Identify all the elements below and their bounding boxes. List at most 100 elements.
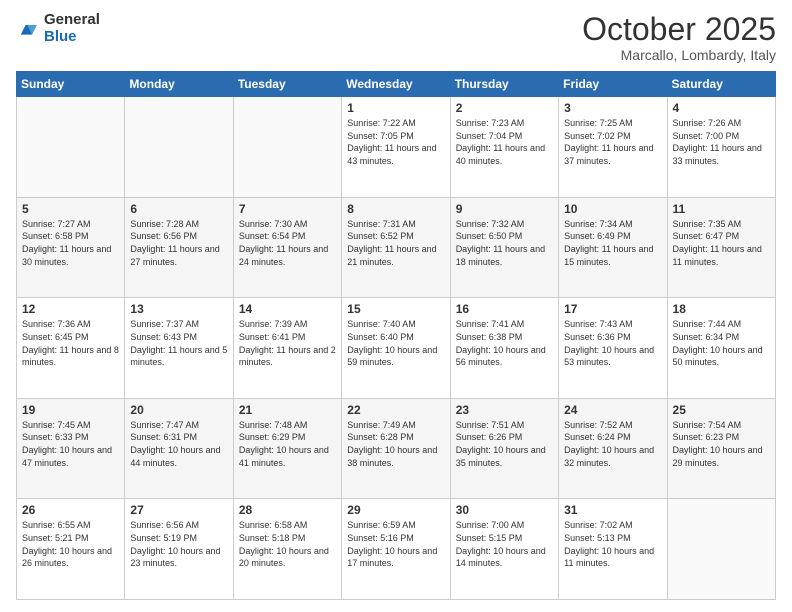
col-tuesday: Tuesday bbox=[233, 72, 341, 97]
calendar-cell: 29 Sunrise: 6:59 AM Sunset: 5:16 PM Dayli… bbox=[342, 499, 450, 600]
title-block: October 2025 Marcallo, Lombardy, Italy bbox=[582, 12, 776, 63]
calendar-cell: 11 Sunrise: 7:35 AM Sunset: 6:47 PM Dayli… bbox=[667, 197, 775, 298]
logo-text-general: General bbox=[44, 12, 100, 29]
calendar-cell: 20 Sunrise: 7:47 AM Sunset: 6:31 PM Dayli… bbox=[125, 398, 233, 499]
day-number: 8 bbox=[347, 202, 444, 216]
day-number: 30 bbox=[456, 503, 553, 517]
calendar-cell: 30 Sunrise: 7:00 AM Sunset: 5:15 PM Dayli… bbox=[450, 499, 558, 600]
calendar-cell bbox=[125, 97, 233, 198]
day-number: 7 bbox=[239, 202, 336, 216]
calendar-week-row: 26 Sunrise: 6:55 AM Sunset: 5:21 PM Dayli… bbox=[17, 499, 776, 600]
calendar-week-row: 1 Sunrise: 7:22 AM Sunset: 7:05 PM Daylig… bbox=[17, 97, 776, 198]
col-saturday: Saturday bbox=[667, 72, 775, 97]
day-info: Sunrise: 7:32 AM Sunset: 6:50 PM Dayligh… bbox=[456, 218, 553, 268]
day-number: 2 bbox=[456, 101, 553, 115]
col-thursday: Thursday bbox=[450, 72, 558, 97]
day-info: Sunrise: 6:58 AM Sunset: 5:18 PM Dayligh… bbox=[239, 519, 336, 569]
col-wednesday: Wednesday bbox=[342, 72, 450, 97]
day-number: 20 bbox=[130, 403, 227, 417]
day-info: Sunrise: 7:37 AM Sunset: 6:43 PM Dayligh… bbox=[130, 318, 227, 368]
day-info: Sunrise: 7:02 AM Sunset: 5:13 PM Dayligh… bbox=[564, 519, 661, 569]
day-number: 10 bbox=[564, 202, 661, 216]
calendar-cell: 8Sunrise: 7:31 AM Sunset: 6:52 PM Daylig… bbox=[342, 197, 450, 298]
day-info: Sunrise: 7:26 AM Sunset: 7:00 PM Dayligh… bbox=[673, 117, 770, 167]
calendar-week-row: 5Sunrise: 7:27 AM Sunset: 6:58 PM Daylig… bbox=[17, 197, 776, 298]
day-info: Sunrise: 6:59 AM Sunset: 5:16 PM Dayligh… bbox=[347, 519, 444, 569]
calendar-cell: 12Sunrise: 7:36 AM Sunset: 6:45 PM Dayli… bbox=[17, 298, 125, 399]
day-info: Sunrise: 7:43 AM Sunset: 6:36 PM Dayligh… bbox=[564, 318, 661, 368]
calendar-cell: 27Sunrise: 6:56 AM Sunset: 5:19 PM Dayli… bbox=[125, 499, 233, 600]
day-number: 21 bbox=[239, 403, 336, 417]
calendar-cell: 4Sunrise: 7:26 AM Sunset: 7:00 PM Daylig… bbox=[667, 97, 775, 198]
calendar-week-row: 19Sunrise: 7:45 AM Sunset: 6:33 PM Dayli… bbox=[17, 398, 776, 499]
calendar-cell bbox=[667, 499, 775, 600]
day-number: 29 bbox=[347, 503, 444, 517]
col-friday: Friday bbox=[559, 72, 667, 97]
calendar-cell: 24Sunrise: 7:52 AM Sunset: 6:24 PM Dayli… bbox=[559, 398, 667, 499]
calendar-cell: 22Sunrise: 7:49 AM Sunset: 6:28 PM Dayli… bbox=[342, 398, 450, 499]
day-number: 5 bbox=[22, 202, 119, 216]
day-info: Sunrise: 7:00 AM Sunset: 5:15 PM Dayligh… bbox=[456, 519, 553, 569]
day-info: Sunrise: 7:44 AM Sunset: 6:34 PM Dayligh… bbox=[673, 318, 770, 368]
calendar-cell: 1 Sunrise: 7:22 AM Sunset: 7:05 PM Daylig… bbox=[342, 97, 450, 198]
day-number: 24 bbox=[564, 403, 661, 417]
day-info: Sunrise: 7:28 AM Sunset: 6:56 PM Dayligh… bbox=[130, 218, 227, 268]
day-number: 11 bbox=[673, 202, 770, 216]
day-info: Sunrise: 7:39 AM Sunset: 6:41 PM Dayligh… bbox=[239, 318, 336, 368]
calendar-cell: 7 Sunrise: 7:30 AM Sunset: 6:54 PM Daylig… bbox=[233, 197, 341, 298]
col-monday: Monday bbox=[125, 72, 233, 97]
day-number: 17 bbox=[564, 302, 661, 316]
calendar-header-row: Sunday Monday Tuesday Wednesday Thursday… bbox=[17, 72, 776, 97]
day-number: 31 bbox=[564, 503, 661, 517]
calendar-cell: 18Sunrise: 7:44 AM Sunset: 6:34 PM Dayli… bbox=[667, 298, 775, 399]
day-info: Sunrise: 6:55 AM Sunset: 5:21 PM Dayligh… bbox=[22, 519, 119, 569]
page: General Blue October 2025 Marcallo, Lomb… bbox=[0, 0, 792, 612]
calendar-cell: 15Sunrise: 7:40 AM Sunset: 6:40 PM Dayli… bbox=[342, 298, 450, 399]
calendar-cell: 26 Sunrise: 6:55 AM Sunset: 5:21 PM Dayli… bbox=[17, 499, 125, 600]
calendar-cell: 5Sunrise: 7:27 AM Sunset: 6:58 PM Daylig… bbox=[17, 197, 125, 298]
day-number: 15 bbox=[347, 302, 444, 316]
calendar-week-row: 12Sunrise: 7:36 AM Sunset: 6:45 PM Dayli… bbox=[17, 298, 776, 399]
month-title: October 2025 bbox=[582, 12, 776, 47]
day-info: Sunrise: 7:22 AM Sunset: 7:05 PM Dayligh… bbox=[347, 117, 444, 167]
location: Marcallo, Lombardy, Italy bbox=[582, 47, 776, 63]
day-info: Sunrise: 7:48 AM Sunset: 6:29 PM Dayligh… bbox=[239, 419, 336, 469]
col-sunday: Sunday bbox=[17, 72, 125, 97]
day-number: 22 bbox=[347, 403, 444, 417]
day-number: 12 bbox=[22, 302, 119, 316]
calendar-cell: 28 Sunrise: 6:58 AM Sunset: 5:18 PM Dayli… bbox=[233, 499, 341, 600]
calendar-cell: 3 Sunrise: 7:25 AM Sunset: 7:02 PM Daylig… bbox=[559, 97, 667, 198]
day-number: 26 bbox=[22, 503, 119, 517]
day-info: Sunrise: 7:54 AM Sunset: 6:23 PM Dayligh… bbox=[673, 419, 770, 469]
calendar-cell: 13 Sunrise: 7:37 AM Sunset: 6:43 PM Dayli… bbox=[125, 298, 233, 399]
calendar-cell bbox=[233, 97, 341, 198]
calendar-cell: 25 Sunrise: 7:54 AM Sunset: 6:23 PM Dayli… bbox=[667, 398, 775, 499]
calendar-cell: 23Sunrise: 7:51 AM Sunset: 6:26 PM Dayli… bbox=[450, 398, 558, 499]
day-info: Sunrise: 7:34 AM Sunset: 6:49 PM Dayligh… bbox=[564, 218, 661, 268]
calendar-cell: 19Sunrise: 7:45 AM Sunset: 6:33 PM Dayli… bbox=[17, 398, 125, 499]
day-info: Sunrise: 7:51 AM Sunset: 6:26 PM Dayligh… bbox=[456, 419, 553, 469]
day-info: Sunrise: 7:25 AM Sunset: 7:02 PM Dayligh… bbox=[564, 117, 661, 167]
day-number: 14 bbox=[239, 302, 336, 316]
day-info: Sunrise: 7:47 AM Sunset: 6:31 PM Dayligh… bbox=[130, 419, 227, 469]
day-info: Sunrise: 7:35 AM Sunset: 6:47 PM Dayligh… bbox=[673, 218, 770, 268]
logo: General Blue bbox=[16, 12, 100, 45]
day-number: 16 bbox=[456, 302, 553, 316]
day-number: 13 bbox=[130, 302, 227, 316]
day-number: 9 bbox=[456, 202, 553, 216]
day-number: 28 bbox=[239, 503, 336, 517]
calendar-cell: 21 Sunrise: 7:48 AM Sunset: 6:29 PM Dayli… bbox=[233, 398, 341, 499]
logo-text-blue: Blue bbox=[44, 29, 100, 46]
calendar-cell: 10 Sunrise: 7:34 AM Sunset: 6:49 PM Dayli… bbox=[559, 197, 667, 298]
day-number: 27 bbox=[130, 503, 227, 517]
day-number: 1 bbox=[347, 101, 444, 115]
day-info: Sunrise: 7:30 AM Sunset: 6:54 PM Dayligh… bbox=[239, 218, 336, 268]
calendar-cell: 14 Sunrise: 7:39 AM Sunset: 6:41 PM Dayli… bbox=[233, 298, 341, 399]
day-number: 3 bbox=[564, 101, 661, 115]
calendar-table: Sunday Monday Tuesday Wednesday Thursday… bbox=[16, 71, 776, 600]
day-number: 25 bbox=[673, 403, 770, 417]
day-info: Sunrise: 7:45 AM Sunset: 6:33 PM Dayligh… bbox=[22, 419, 119, 469]
calendar-cell: 31 Sunrise: 7:02 AM Sunset: 5:13 PM Dayli… bbox=[559, 499, 667, 600]
day-info: Sunrise: 7:23 AM Sunset: 7:04 PM Dayligh… bbox=[456, 117, 553, 167]
day-info: Sunrise: 7:41 AM Sunset: 6:38 PM Dayligh… bbox=[456, 318, 553, 368]
